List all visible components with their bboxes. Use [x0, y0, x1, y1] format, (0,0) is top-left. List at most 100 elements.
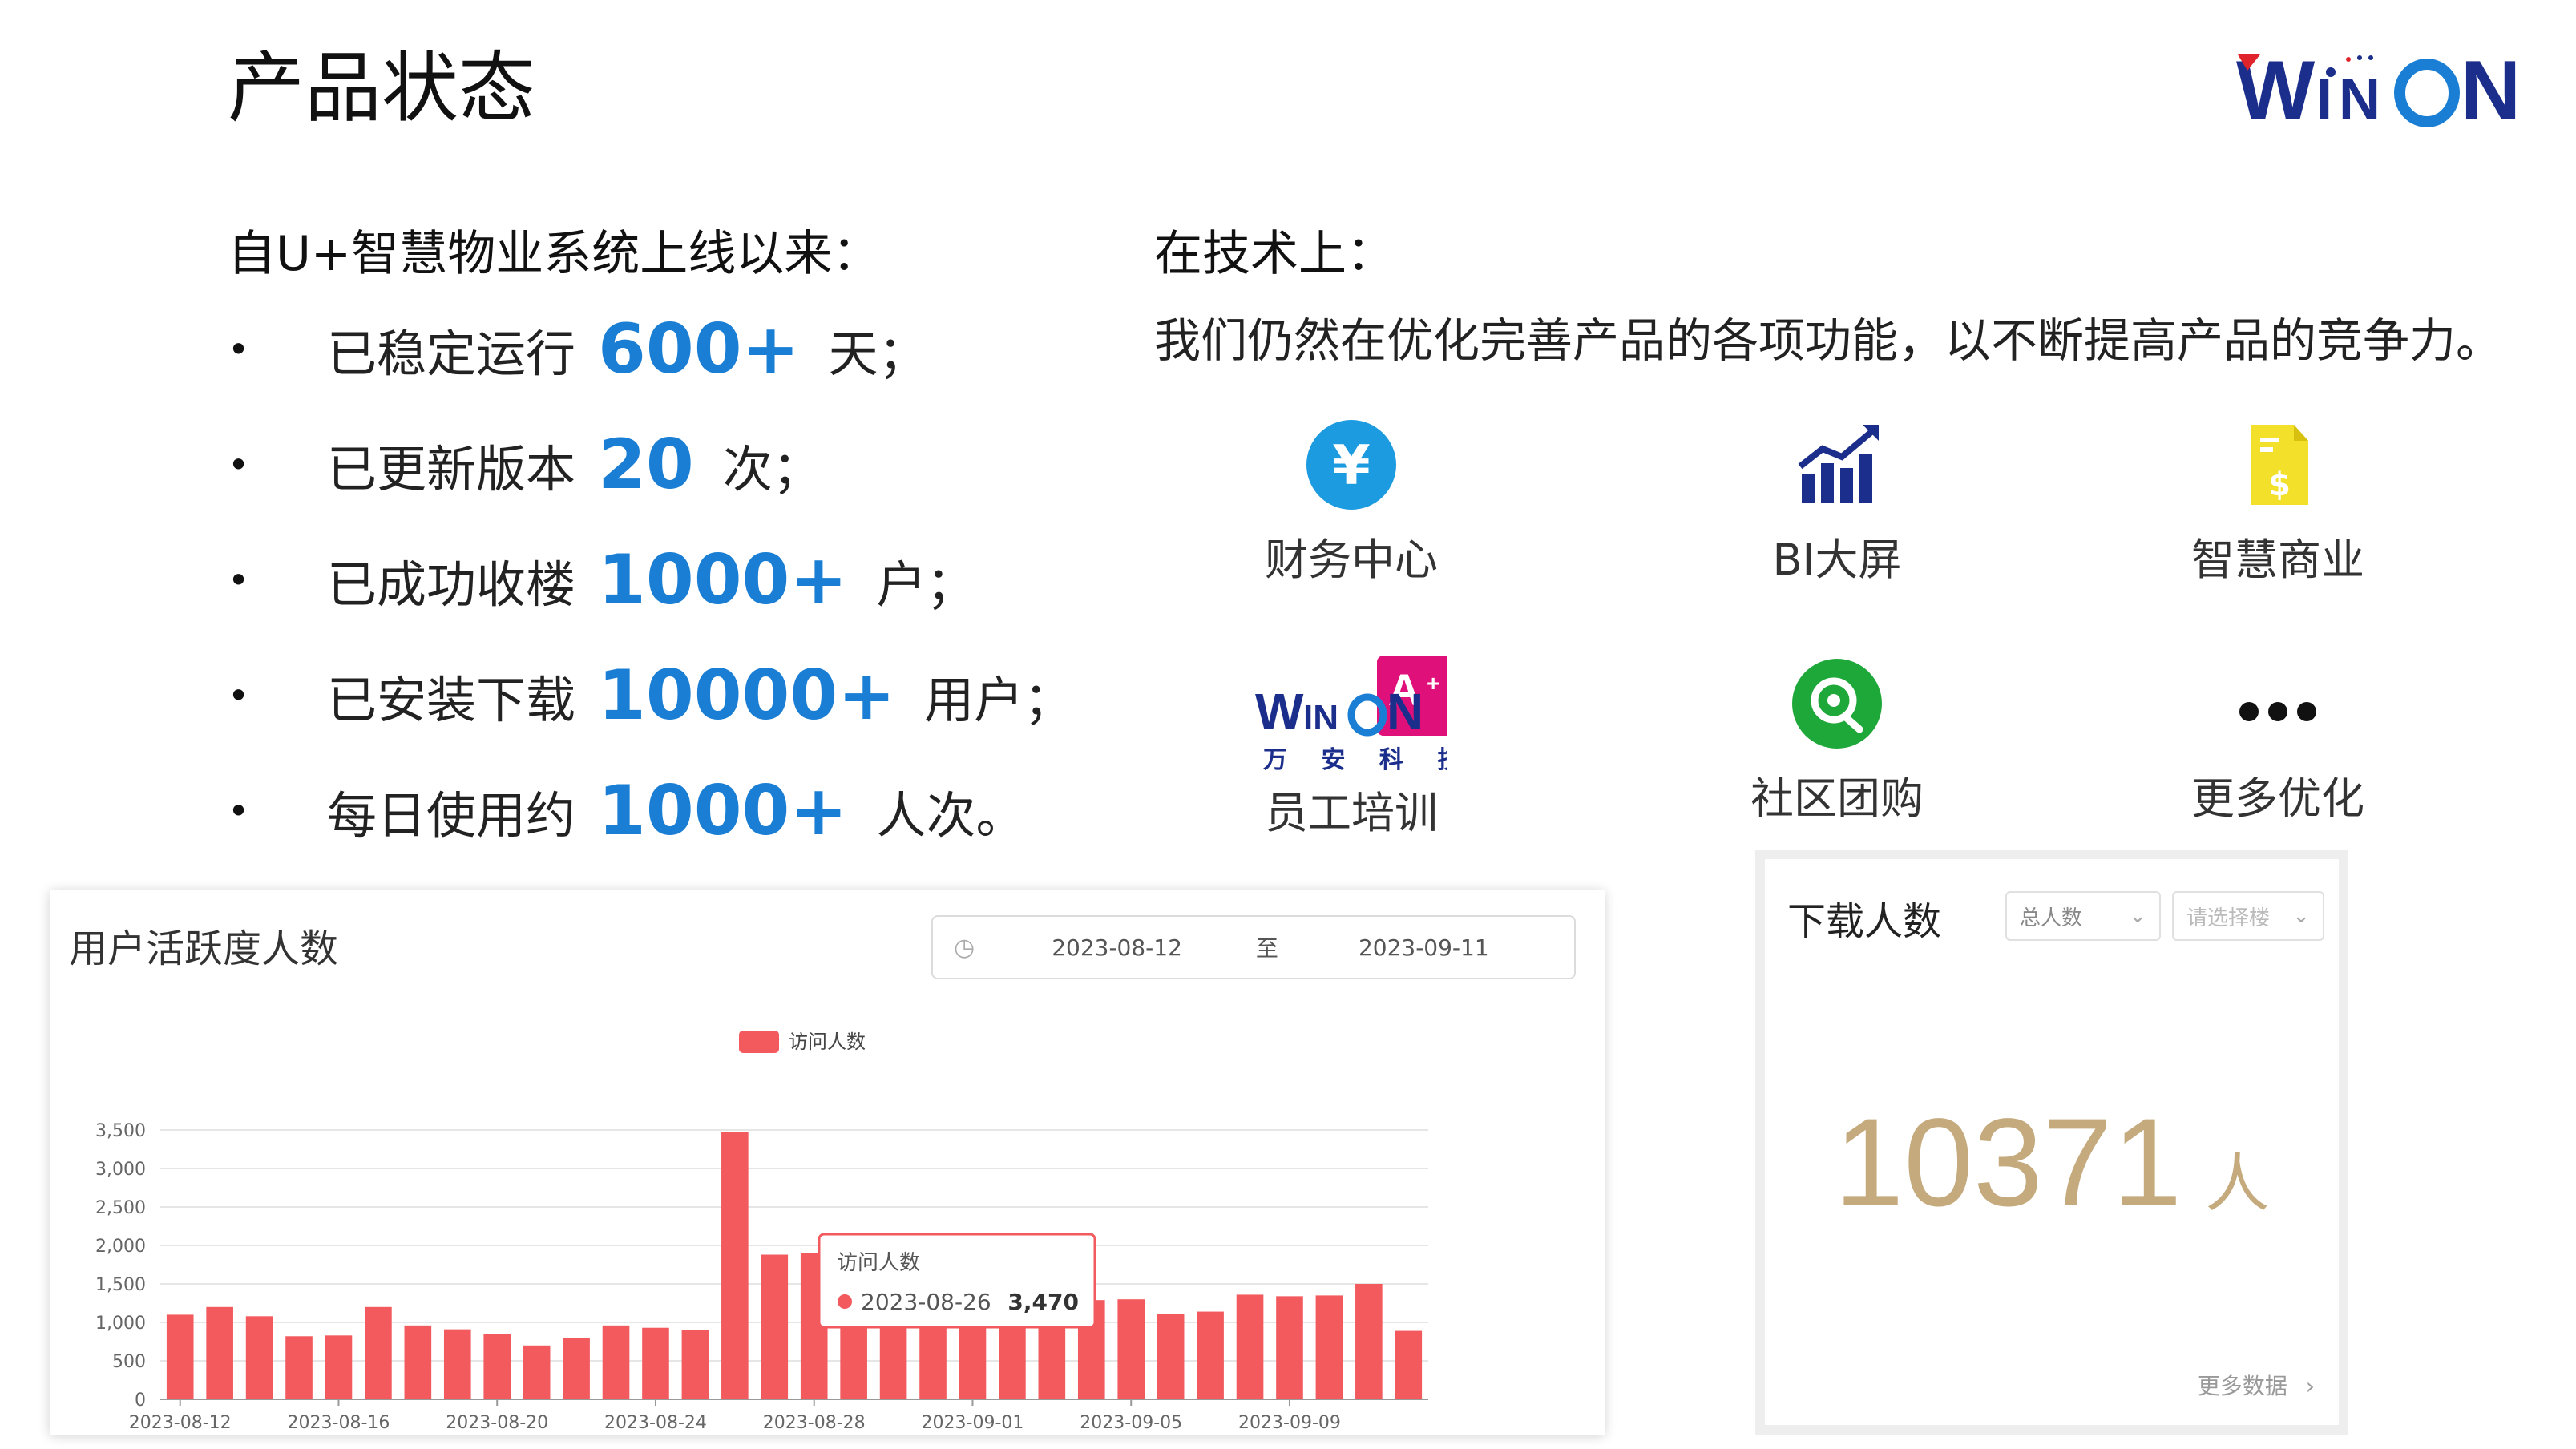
svg-text:N: N	[2461, 44, 2521, 131]
tooltip-date: 2023-08-26	[861, 1289, 991, 1315]
date-separator: 至	[1255, 935, 1278, 962]
bar	[206, 1306, 233, 1399]
feature-label: BI大屏	[1772, 535, 1902, 585]
bar	[602, 1325, 630, 1399]
chevron-down-icon: ⌄	[2129, 904, 2146, 928]
stat-row: • 已更新版本 20 次；	[228, 425, 822, 505]
svg-text:N: N	[2339, 67, 2380, 131]
bar	[325, 1335, 353, 1399]
right-description: 我们仍然在优化完善产品的各项功能，以不断提高产品的竞争力。	[1154, 313, 2503, 368]
y-tick-label: 1,500	[95, 1275, 146, 1295]
x-tick-label: 2023-09-09	[1238, 1413, 1341, 1433]
stat-prefix: 已稳定运行	[327, 325, 576, 383]
tooltip-value: 3,470	[1007, 1289, 1079, 1315]
x-tick-label: 2023-08-24	[604, 1413, 707, 1433]
more-data-link[interactable]: 更多数据 ›	[2198, 1369, 2315, 1401]
y-tick-label: 1,000	[95, 1314, 146, 1334]
bar	[365, 1306, 392, 1399]
total-select-value: 总人数	[2020, 906, 2083, 930]
stat-suffix: 次；	[722, 440, 822, 498]
bullet-icon: •	[228, 328, 250, 371]
x-tick-label: 2023-09-05	[1080, 1413, 1182, 1433]
bullet-icon: •	[228, 789, 250, 833]
legend-swatch	[739, 1031, 779, 1053]
stat-value: 20	[598, 425, 694, 505]
bar	[1236, 1294, 1264, 1399]
chart-title: 用户活跃度人数	[69, 926, 339, 971]
stat-prefix: 已安装下载	[327, 671, 576, 729]
feature-smart-business: $ 智慧商业	[2110, 417, 2446, 587]
y-tick-label: 500	[112, 1352, 146, 1372]
bar	[681, 1330, 709, 1399]
svg-text:W: W	[1255, 683, 1304, 741]
stat-suffix: 户；	[876, 555, 976, 614]
date-from[interactable]: 2023-08-12	[1052, 934, 1182, 961]
svg-text:I: I	[2316, 67, 2332, 131]
stat-prefix: 已更新版本	[327, 440, 576, 498]
tooltip-title: 访问人数	[837, 1251, 920, 1275]
x-tick-label: 2023-08-20	[446, 1413, 548, 1433]
svg-text:N: N	[1387, 683, 1423, 741]
svg-text:+: +	[1427, 671, 1439, 696]
y-tick-label: 0	[135, 1390, 146, 1411]
date-range-picker[interactable]: ◷ 2023-08-12 至 2023-09-11	[931, 915, 1576, 979]
feature-bi-screen: BI大屏	[1669, 417, 2005, 587]
bar	[642, 1327, 669, 1399]
feature-group-buy: 社区团购	[1669, 656, 2005, 826]
stat-value: 10000+	[598, 656, 896, 736]
total-select[interactable]: 总人数 ⌄	[2005, 891, 2161, 941]
tooltip-dot	[838, 1294, 852, 1309]
y-tick-label: 2,000	[95, 1237, 146, 1257]
stat-suffix: 用户；	[924, 671, 1074, 729]
svg-text:¥: ¥	[1332, 434, 1370, 498]
bar	[1117, 1299, 1145, 1399]
stat-row: • 已安装下载 10000+ 用户；	[228, 656, 1073, 736]
feature-label: 财务中心	[1265, 535, 1438, 585]
clock-icon: ◷	[954, 933, 975, 962]
bar	[1157, 1314, 1185, 1399]
activity-bar-chart: 0 500 1,000 1,500 2,000 2,500 3,000 3,500 2023-0…	[95, 1031, 1428, 1433]
more-dots-icon	[2239, 702, 2316, 721]
stat-prefix: 已成功收楼	[327, 555, 576, 614]
bar	[1276, 1296, 1303, 1399]
download-value: 10371	[1834, 1093, 2182, 1233]
feature-label: 智慧商业	[2191, 535, 2364, 585]
x-tick-label: 2023-09-01	[922, 1413, 1024, 1433]
feature-staff-training: A + W IN N 万 安 科 技 员工培训	[1183, 656, 1520, 841]
download-title: 下载人数	[1787, 899, 1942, 944]
y-tick-label: 2,500	[95, 1198, 146, 1218]
bar	[1197, 1311, 1224, 1399]
x-tick-label: 2023-08-16	[288, 1413, 390, 1433]
bar	[523, 1345, 551, 1399]
stat-row: • 每日使用约 1000+ 人次。	[228, 771, 1025, 851]
left-heading: 自U+智慧物业系统上线以来：	[228, 226, 881, 282]
building-select-placeholder: 请选择楼	[2186, 906, 2271, 930]
stat-row: • 已稳定运行 600+ 天；	[228, 309, 928, 389]
bar	[721, 1132, 749, 1399]
bar-chart-icon	[1798, 425, 1879, 503]
stat-value: 1000+	[598, 540, 848, 620]
bullet-icon: •	[228, 674, 250, 717]
group-chat-icon	[1792, 659, 1882, 749]
feature-label: 员工培训	[1265, 788, 1438, 838]
bar	[443, 1329, 471, 1399]
x-tick-label: 2023-08-28	[763, 1413, 866, 1433]
bullet-icon: •	[228, 443, 250, 486]
x-tick-label: 2023-08-12	[129, 1413, 232, 1433]
more-data-label: 更多数据	[2197, 1373, 2287, 1399]
bar	[1355, 1284, 1383, 1399]
svg-text:$: $	[2268, 466, 2291, 503]
date-to[interactable]: 2023-09-11	[1359, 934, 1489, 961]
stat-suffix: 天；	[828, 325, 928, 383]
feature-label: 社区团购	[1750, 773, 1924, 824]
svg-text:万 安 科 技: 万 安 科 技	[1263, 746, 1447, 774]
y-tick-label: 3,000	[95, 1160, 146, 1180]
dollar-document-icon: $	[2251, 425, 2308, 505]
svg-text:IN: IN	[1303, 698, 1338, 737]
building-select[interactable]: 请选择楼 ⌄	[2172, 891, 2324, 941]
feature-label: 更多优化	[2191, 773, 2364, 824]
bar	[1395, 1330, 1423, 1399]
bar	[1315, 1295, 1343, 1399]
chevron-right-icon: ›	[2305, 1373, 2315, 1399]
bar	[761, 1254, 789, 1399]
